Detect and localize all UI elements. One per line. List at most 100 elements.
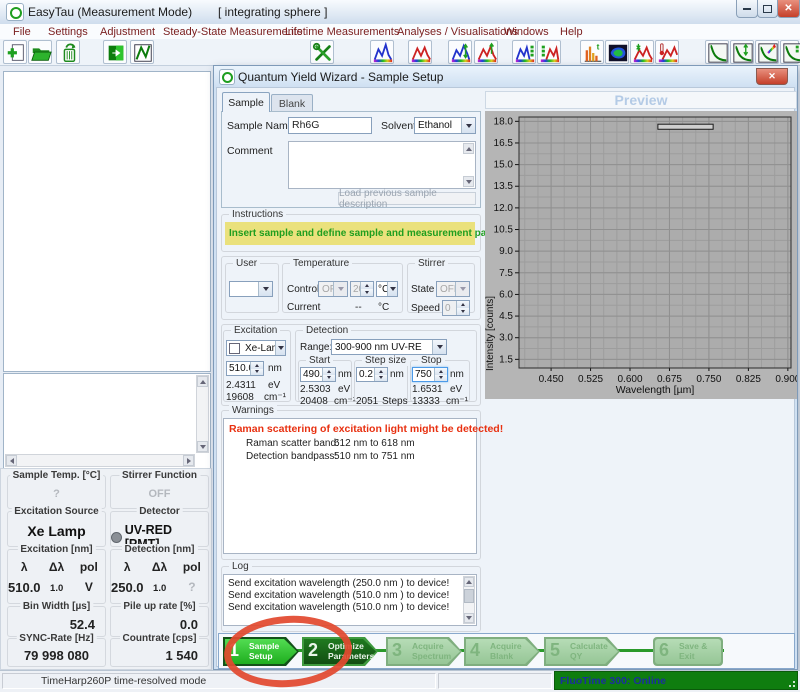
comment-scroll-down[interactable] <box>463 176 474 187</box>
stirrer-state-label: State <box>411 284 434 295</box>
load-previous-sample-button[interactable]: Load previous sample description <box>338 192 476 205</box>
details-vscrollbar[interactable] <box>196 375 209 453</box>
sample-name-input[interactable]: Rh6G <box>288 117 372 134</box>
new-measurement-button[interactable] <box>3 40 27 64</box>
load-curve-button[interactable] <box>130 40 154 64</box>
spin-down[interactable] <box>375 375 387 382</box>
stirrer-state-select[interactable]: OFF <box>436 281 470 297</box>
bars-spectrum-red-button[interactable] <box>537 40 561 64</box>
excitation-emission-scan-button[interactable] <box>448 40 472 64</box>
dropdown-button[interactable] <box>432 340 446 354</box>
dropdown-button[interactable] <box>455 282 469 296</box>
temperature-spectrum-button[interactable] <box>655 40 679 64</box>
menu-settings[interactable]: Settings <box>48 26 88 38</box>
spin-down[interactable] <box>457 308 469 315</box>
emission-spectrum-red-button[interactable] <box>408 40 432 64</box>
app-titlebar: EasyTau (Measurement Mode) [ integrating… <box>0 0 800 25</box>
detection-nm-label: Detection [nm] <box>122 544 198 555</box>
menu-lifetime[interactable]: Lifetime Measurements <box>285 26 399 38</box>
excitation-nm-unit: nm <box>268 363 282 374</box>
excitation-spectrum-button[interactable] <box>474 40 498 64</box>
stop-ev: 1.6531 <box>412 384 443 395</box>
decay-arrows-button[interactable] <box>730 40 754 64</box>
spin-up[interactable] <box>457 301 469 308</box>
log-vscrollbar[interactable] <box>463 576 475 624</box>
tcspc-histogram-button[interactable]: t <box>580 40 604 64</box>
dialog-icon <box>219 69 235 85</box>
close-button[interactable]: ✕ <box>777 0 800 18</box>
comment-scroll-up[interactable] <box>463 143 474 154</box>
menu-windows[interactable]: Windows <box>504 26 549 38</box>
solvent-select[interactable]: Ethanol <box>414 117 476 134</box>
decay-bars-icon <box>782 42 800 64</box>
stop-wavelength-spinner[interactable]: 750 <box>412 367 448 382</box>
export-data-button[interactable] <box>103 40 127 64</box>
step-1-sample-setup[interactable]: 1 Sample Setup <box>223 637 299 666</box>
minimize-button[interactable] <box>736 0 758 18</box>
stirrer-speed-label: Speed <box>411 303 440 314</box>
step-size-spinner[interactable]: 0.2 <box>356 367 388 382</box>
statusbar-spacer <box>438 673 552 689</box>
xe-lamp-checkbox[interactable] <box>229 343 240 354</box>
dialog-close-button[interactable]: ✕ <box>756 68 788 85</box>
temp-current-label: Current <box>287 302 320 313</box>
tab-blank[interactable]: Blank <box>271 94 313 112</box>
dropdown-button[interactable] <box>387 282 397 296</box>
dropdown-button[interactable] <box>275 341 285 355</box>
delete-button[interactable] <box>56 40 80 64</box>
decay-curve-button[interactable] <box>705 40 729 64</box>
spin-up[interactable] <box>361 282 373 289</box>
dropdown-button[interactable] <box>258 282 272 296</box>
menu-analyses[interactable]: Analyses / Visualisations <box>397 26 518 38</box>
spin-down[interactable] <box>435 375 447 382</box>
decay-bars-button[interactable] <box>780 40 799 64</box>
step-2-optimize-parameters[interactable]: 2 Optimize Parameters <box>302 637 378 666</box>
excitation-wavelength-spinner[interactable]: 510.0 <box>226 361 264 376</box>
menu-steady-state[interactable]: Steady-State Measurements <box>163 26 302 38</box>
spin-down[interactable] <box>323 375 335 382</box>
details-panel[interactable] <box>3 373 211 469</box>
temp-control-label: Control <box>287 284 319 295</box>
decay-rainbow-button[interactable] <box>755 40 779 64</box>
excitation-lambda-value: 510.0 <box>8 580 41 595</box>
detection-range-select[interactable]: 300-900 nm UV-RE <box>331 339 447 355</box>
restore-button[interactable] <box>757 0 778 18</box>
user-select[interactable] <box>229 281 273 297</box>
stirrer-speed-spinner[interactable]: 0 <box>442 300 470 316</box>
menu-help[interactable]: Help <box>560 26 583 38</box>
menu-adjustment[interactable]: Adjustment <box>100 26 155 38</box>
temp-control-select[interactable]: OFF <box>318 281 348 297</box>
emission-spectrum-red-icon <box>410 42 432 64</box>
spin-down[interactable] <box>361 289 373 296</box>
scrollbar-thumb[interactable] <box>464 589 474 603</box>
details-hscrollbar[interactable] <box>5 454 195 467</box>
spin-down[interactable] <box>251 369 263 376</box>
y-tick-label: 15.0 <box>494 160 514 171</box>
excitation-source-select[interactable]: Xe-Lamp <box>226 340 286 356</box>
kinetics-spectrum-button[interactable] <box>630 40 654 64</box>
log-box[interactable]: Send excitation wavelength (250.0 nm ) t… <box>223 574 477 626</box>
lambda-header: λ <box>111 560 143 574</box>
comment-textarea[interactable] <box>288 141 476 189</box>
step-3-acquire-spectrum[interactable]: 3 Acquire Spectrum <box>386 637 462 666</box>
emission-spectrum-blue-button[interactable] <box>370 40 394 64</box>
spectrum-bars-blue-button[interactable] <box>512 40 536 64</box>
stirrer-function-label: Stirrer Function <box>119 470 200 481</box>
open-file-button[interactable] <box>28 40 52 64</box>
start-label: Start <box>306 355 333 366</box>
adjustment-tools-button[interactable] <box>310 40 334 64</box>
results-list-panel[interactable] <box>3 71 211 372</box>
dropdown-button[interactable] <box>333 282 347 296</box>
step-6-save-exit[interactable]: 6 Save & Exit <box>653 637 723 666</box>
dropdown-button[interactable] <box>461 118 475 133</box>
app-mode-tag: [ integrating sphere ] <box>218 5 327 19</box>
step-5-calculate-qy[interactable]: 5 Calculate QY <box>544 637 620 666</box>
contour-map-button[interactable] <box>605 40 629 64</box>
temp-setpoint-spinner[interactable]: 20 <box>350 281 374 297</box>
tab-sample[interactable]: Sample <box>222 92 270 112</box>
start-wavelength-spinner[interactable]: 490.0 <box>300 367 336 382</box>
detection-range-value: 300-900 nm UV-RE <box>332 342 432 353</box>
step-4-acquire-blank[interactable]: 4 Acquire Blank <box>464 637 540 666</box>
menu-file[interactable]: File <box>13 26 31 38</box>
temp-unit-select[interactable]: °C <box>376 281 398 297</box>
